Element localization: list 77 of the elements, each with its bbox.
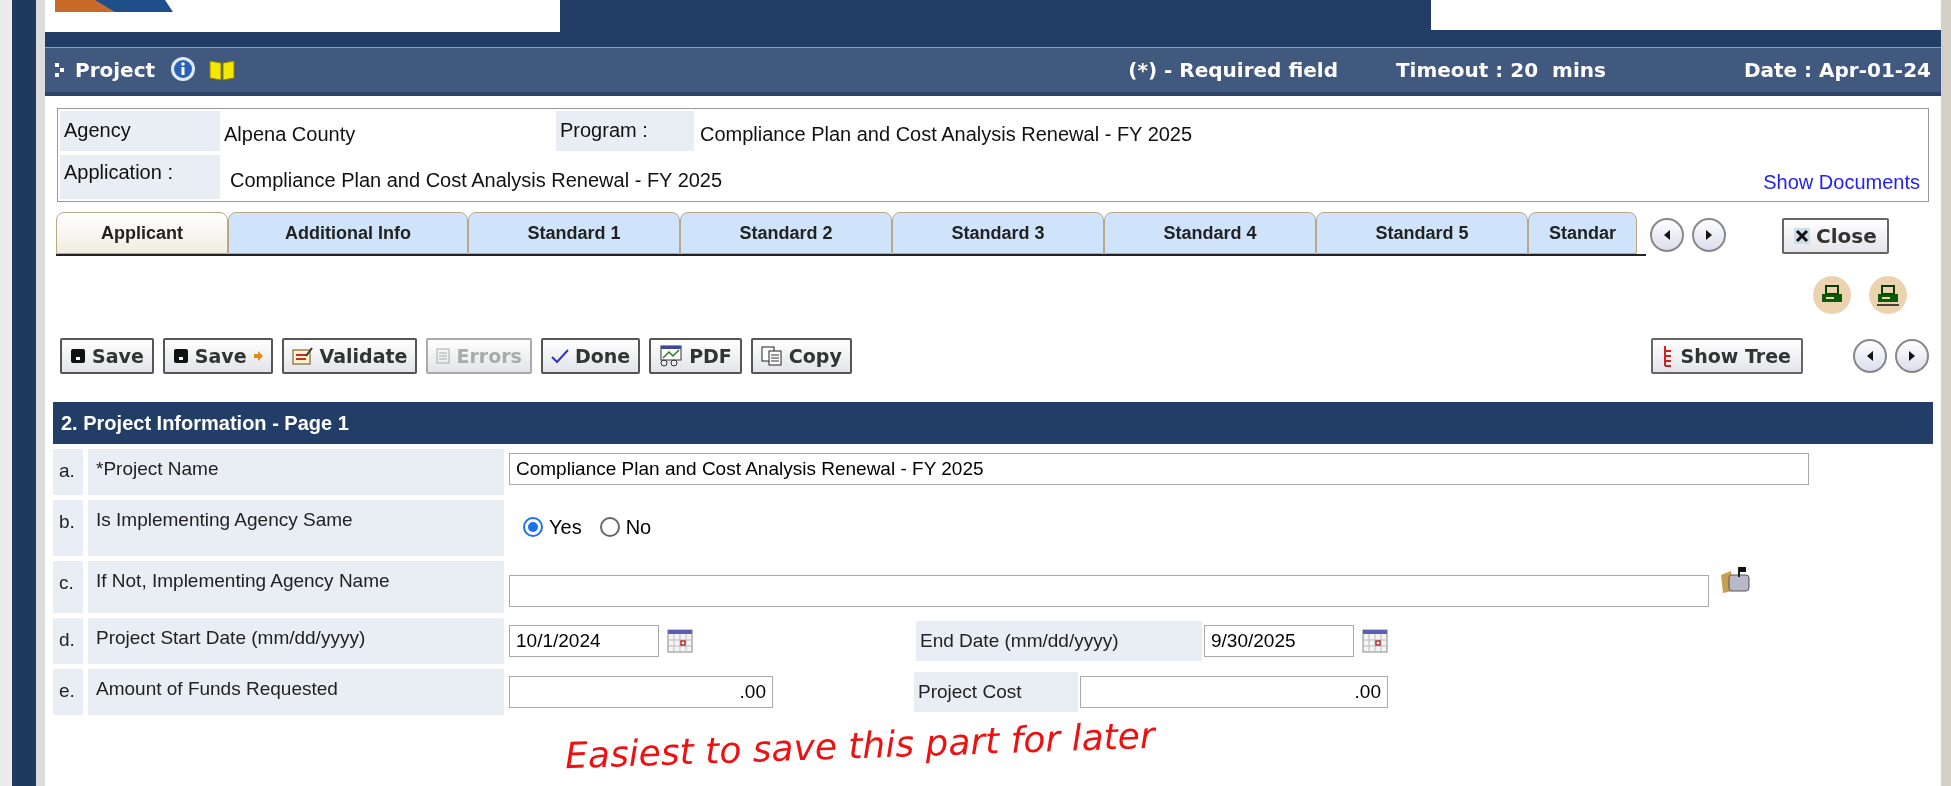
info-icon[interactable] (169, 56, 198, 84)
tab[interactable]: Standard 1 (468, 212, 680, 254)
right-caret-icon (1907, 350, 1917, 362)
field-label: Project Cost (914, 672, 1078, 712)
input-field[interactable]: 9/30/2025 (1204, 625, 1354, 657)
row-letter: d. (53, 618, 83, 664)
list-icon (436, 348, 451, 364)
annotation-text: Easiest to save this part for later (564, 713, 1156, 779)
calendar-icon[interactable] (667, 629, 693, 653)
floppy-icon (70, 348, 86, 364)
field-label: Program : (556, 111, 694, 151)
radio-button[interactable] (523, 517, 543, 537)
field-value: Compliance Plan and Cost Analysis Renewal - FY 2025 (699, 122, 1194, 147)
row-letter: b. (53, 500, 83, 556)
field-label: Amount of Funds Requested (88, 669, 504, 715)
toolbar-button[interactable]: Done (540, 338, 641, 374)
input-field[interactable]: 10/1/2024 (509, 625, 659, 657)
input-field[interactable] (509, 575, 1709, 607)
field-label: Project Start Date (mm/dd/yyyy) (88, 618, 504, 664)
floppy-icon (172, 348, 189, 364)
next-button[interactable] (1895, 339, 1929, 373)
mailbox-icon[interactable] (1719, 565, 1751, 593)
previous-button[interactable] (1853, 339, 1887, 373)
book-icon[interactable] (209, 59, 236, 81)
input-field[interactable]: .00 (1080, 676, 1388, 708)
tab[interactable]: Standard 2 (680, 212, 892, 254)
radio-label: Yes (549, 515, 582, 540)
field-label: Agency (60, 111, 220, 151)
logo-icon (55, 0, 175, 12)
right-caret-icon (1704, 229, 1714, 241)
field-label: Application : (60, 155, 220, 199)
radio-label: No (625, 515, 652, 540)
tree-icon (1662, 345, 1673, 367)
tab[interactable]: Standard 3 (892, 212, 1104, 254)
toolbar-button[interactable]: Validate (281, 338, 418, 374)
radio-button[interactable] (599, 517, 620, 537)
chart-document-icon (659, 345, 684, 367)
field-label: End Date (mm/dd/yyyy) (916, 621, 1202, 661)
toolbar-button[interactable]: Save (162, 338, 273, 374)
tab[interactable]: Standar (1528, 212, 1638, 254)
field-label: *Project Name (88, 449, 504, 495)
tab[interactable]: Applicant (56, 212, 228, 254)
section-header: 2. Project Information - Page 1 (53, 402, 1933, 444)
timeout-text: Timeout : 20 mins (1395, 57, 1606, 84)
left-caret-icon (1662, 229, 1672, 241)
form-check-icon (291, 347, 314, 365)
input-field[interactable]: Compliance Plan and Cost Analysis Renewal - FY 2025 (509, 453, 1809, 485)
row-letter: c. (53, 561, 83, 613)
show-tree-button[interactable]: Show Tree (1650, 338, 1803, 374)
field-label: If Not, Implementing Agency Name (88, 561, 504, 613)
bullet-icon (55, 63, 65, 77)
printer-icon[interactable] (1876, 284, 1900, 306)
next-button[interactable] (1692, 218, 1726, 252)
close-icon (1794, 228, 1810, 244)
tab[interactable]: Additional Info (228, 212, 468, 254)
show-documents-link[interactable]: Show Documents (1763, 167, 1926, 199)
input-field[interactable]: .00 (509, 676, 773, 708)
toolbar-button[interactable]: Save (60, 338, 154, 374)
field-label: Is Implementing Agency Same (88, 500, 504, 556)
check-icon (550, 348, 569, 364)
left-caret-icon (1865, 350, 1875, 362)
row-letter: a. (53, 449, 83, 495)
tab[interactable]: Standard 5 (1316, 212, 1528, 254)
date-text: Date : Apr-01-24 (1743, 57, 1931, 84)
required-note: (*) - Required field (1128, 57, 1338, 84)
page-title: Project (75, 57, 156, 84)
toolbar-button[interactable]: Copy (750, 338, 852, 374)
toolbar-button[interactable]: PDF (649, 338, 742, 374)
previous-button[interactable] (1650, 218, 1684, 252)
field-value: Compliance Plan and Cost Analysis Renewal - FY 2025 (229, 168, 724, 193)
row-letter: e. (53, 669, 83, 715)
copy-icon (760, 346, 783, 366)
calendar-icon[interactable] (1362, 629, 1388, 653)
close-button[interactable]: Close (1782, 218, 1889, 254)
tab[interactable]: Standard 4 (1104, 212, 1316, 254)
arrow-icon (252, 351, 263, 361)
field-value: Alpena County (223, 122, 357, 147)
